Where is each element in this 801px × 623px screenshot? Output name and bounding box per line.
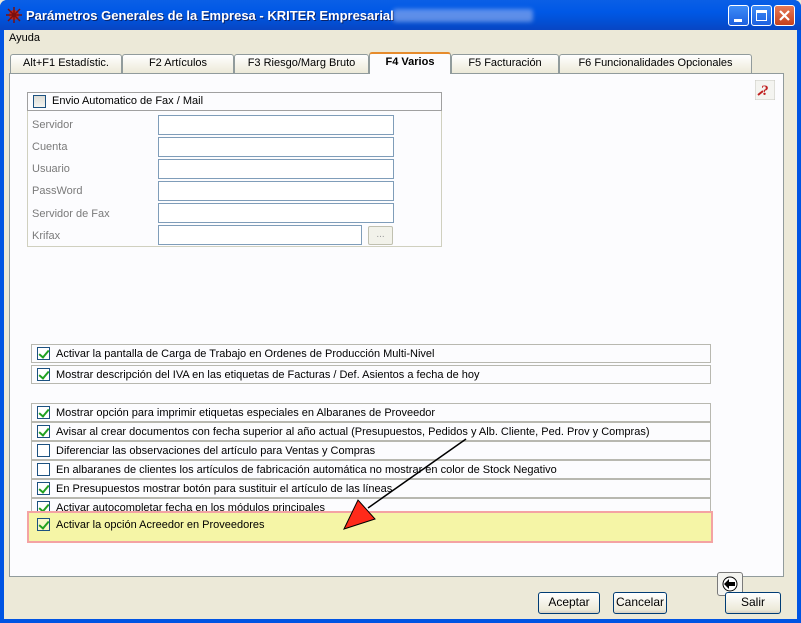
menu-help[interactable]: Ayuda bbox=[9, 32, 40, 44]
cancel-label: Cancelar bbox=[615, 595, 665, 609]
title-blurred-region bbox=[393, 9, 533, 22]
menubar: Ayuda bbox=[4, 30, 797, 47]
accept-label: Aceptar bbox=[548, 595, 590, 609]
window-title: Parámetros Generales de la Empresa - KRI… bbox=[26, 8, 394, 23]
tab-stats[interactable]: Alt+F1 Estadístic. bbox=[10, 54, 122, 73]
tab-optional-features[interactable]: F6 Funcionalidades Opcionales bbox=[559, 54, 752, 73]
cancel-button[interactable]: Cancelar bbox=[613, 592, 667, 614]
minimize-button[interactable] bbox=[728, 5, 749, 26]
tab-panel-varios: ? Envio Automatico de Fax / Mail Servido… bbox=[9, 73, 784, 596]
maximize-button[interactable] bbox=[751, 5, 772, 26]
tab-varios[interactable]: F4 Varios bbox=[369, 52, 451, 74]
tab-strip: Alt+F1 Estadístic. F2 Artículos F3 Riesg… bbox=[10, 52, 790, 74]
tab-billing[interactable]: F5 Facturación bbox=[451, 54, 559, 73]
red-arrow-annotation bbox=[343, 438, 467, 530]
exit-button[interactable]: Salir bbox=[725, 592, 781, 614]
app-window: Parámetros Generales de la Empresa - KRI… bbox=[0, 0, 801, 623]
tab-articles[interactable]: F2 Artículos bbox=[122, 54, 234, 73]
close-icon bbox=[779, 10, 790, 21]
close-button[interactable] bbox=[774, 5, 795, 26]
titlebar[interactable]: Parámetros Generales de la Empresa - KRI… bbox=[0, 0, 801, 30]
window-client: Ayuda Alt+F1 Estadístic. F2 Artículos F3… bbox=[4, 30, 797, 619]
exit-label: Salir bbox=[740, 595, 765, 609]
accept-button[interactable]: Aceptar bbox=[538, 592, 600, 614]
app-icon bbox=[6, 7, 22, 23]
tab-risk[interactable]: F3 Riesgo/Marg Bruto bbox=[234, 54, 369, 73]
